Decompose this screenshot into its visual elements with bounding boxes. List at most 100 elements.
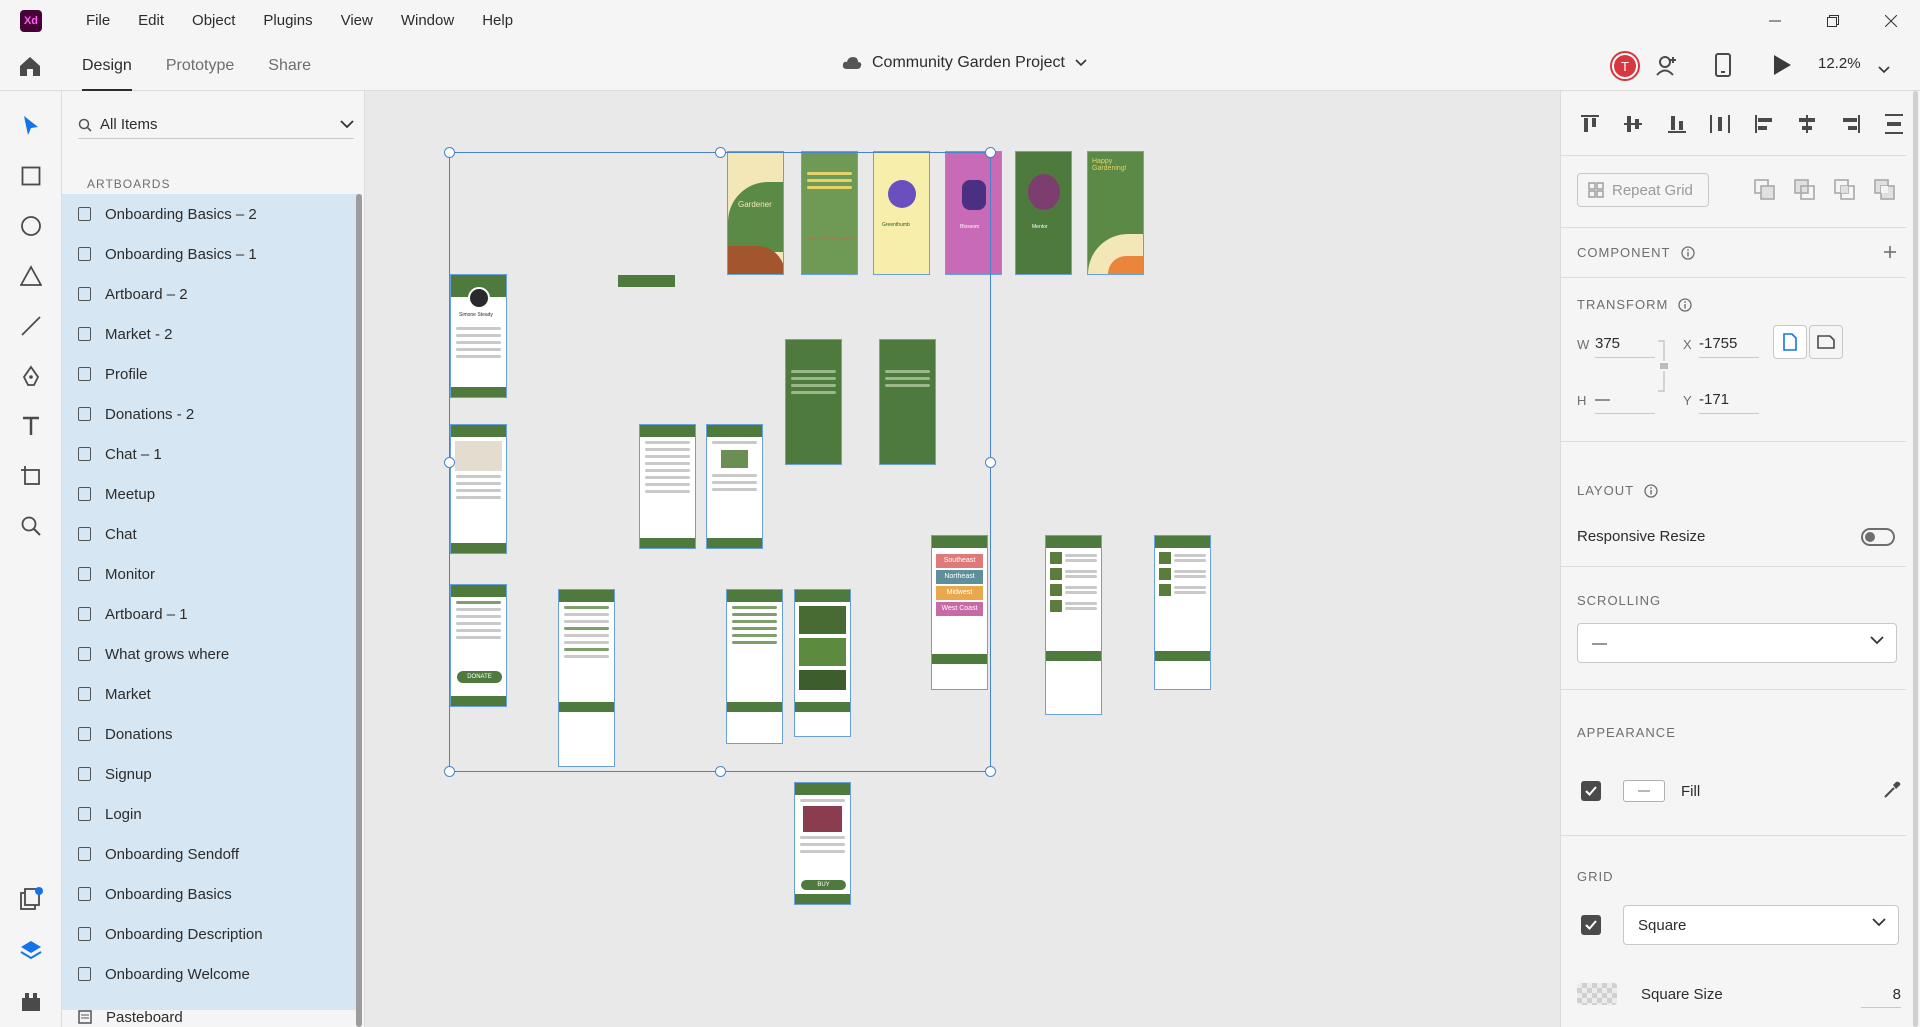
height-field[interactable]: — <box>1595 391 1655 414</box>
zoom-dropdown[interactable] <box>1878 61 1890 79</box>
artboard-market[interactable] <box>1045 535 1102 715</box>
lock-aspect-icon[interactable] <box>1656 339 1670 393</box>
grid-color-swatch[interactable] <box>1577 983 1617 1005</box>
artboard-market-2[interactable] <box>1154 535 1211 690</box>
x-field[interactable]: -1755 <box>1699 335 1759 358</box>
resize-handle-s[interactable] <box>715 766 726 777</box>
buy-button[interactable]: BUY <box>801 880 846 890</box>
line-tool[interactable] <box>18 313 44 339</box>
layers-button[interactable] <box>18 937 44 963</box>
plugins-button[interactable] <box>18 988 44 1014</box>
home-button[interactable] <box>17 53 43 79</box>
artboard-onboarding-basics-2[interactable]: Mentor <box>1015 151 1072 275</box>
scrolling-select[interactable]: — <box>1577 623 1897 663</box>
tab-share[interactable]: Share <box>268 41 311 91</box>
artboard-market-detail[interactable]: BUY <box>794 782 851 905</box>
layer-item[interactable]: Login <box>62 794 362 834</box>
info-icon[interactable] <box>1644 483 1658 498</box>
align-left-button[interactable] <box>1751 111 1777 137</box>
align-center-button[interactable] <box>1794 111 1820 137</box>
menu-view[interactable]: View <box>327 12 387 29</box>
subtract-boolean-icon[interactable] <box>1793 178 1817 202</box>
invite-button[interactable] <box>1655 53 1679 82</box>
layer-item[interactable]: Meetup <box>62 474 362 514</box>
device-preview-button[interactable] <box>1715 53 1731 82</box>
resize-handle-nw[interactable] <box>444 147 455 158</box>
layer-scrollbar[interactable] <box>356 194 362 1027</box>
tab-prototype[interactable]: Prototype <box>166 41 234 91</box>
menu-file[interactable]: File <box>72 12 124 29</box>
layer-item[interactable]: Onboarding Welcome <box>62 954 362 994</box>
tab-design[interactable]: Design <box>82 41 132 91</box>
menu-help[interactable]: Help <box>468 12 527 29</box>
layer-item[interactable]: Chat – 1 <box>62 434 362 474</box>
width-field[interactable]: 375 <box>1595 335 1655 358</box>
artboard-tool[interactable] <box>18 463 44 489</box>
align-middle-button[interactable] <box>1620 111 1646 137</box>
text-tool[interactable] <box>18 413 44 439</box>
resize-handle-n[interactable] <box>715 147 726 158</box>
layer-item[interactable]: Onboarding Basics – 2 <box>62 194 362 234</box>
layer-item[interactable]: Onboarding Basics <box>62 874 362 914</box>
menu-edit[interactable]: Edit <box>124 12 178 29</box>
layer-item[interactable]: What grows where <box>62 634 362 674</box>
pasteboard-item[interactable]: Pasteboard <box>62 999 362 1027</box>
landscape-orientation-button[interactable] <box>1809 325 1843 359</box>
layer-item[interactable]: Donations - 2 <box>62 394 362 434</box>
layer-item[interactable]: Market <box>62 674 362 714</box>
layer-item[interactable]: Artboard – 2 <box>62 274 362 314</box>
design-canvas[interactable]: Gardener WELCOME TO COMGAR Greenthumb Bl… <box>365 91 1560 1027</box>
layer-item[interactable]: Onboarding Description <box>62 914 362 954</box>
grid-type-select[interactable]: Square <box>1623 905 1899 945</box>
document-title-menu[interactable]: Community Garden Project <box>842 54 1087 72</box>
distribute-vertical-button[interactable] <box>1881 111 1907 137</box>
zoom-level[interactable]: 12.2% <box>1818 55 1861 72</box>
menu-object[interactable]: Object <box>178 12 249 29</box>
user-avatar-wrap[interactable]: T <box>1610 51 1640 81</box>
exclude-boolean-icon[interactable] <box>1873 178 1897 202</box>
inspector-scrollbar[interactable] <box>1913 91 1918 1027</box>
info-icon[interactable] <box>1678 297 1692 312</box>
intersect-boolean-icon[interactable] <box>1833 178 1857 202</box>
selection-bounds[interactable] <box>444 147 996 777</box>
layer-item[interactable]: Monitor <box>62 554 362 594</box>
resize-handle-ne[interactable] <box>985 147 996 158</box>
pen-tool[interactable] <box>18 363 44 389</box>
add-component-icon[interactable] <box>1883 245 1897 259</box>
document-assets-button[interactable] <box>18 886 44 912</box>
layer-filter[interactable]: All Items <box>78 111 354 139</box>
play-preview-button[interactable] <box>1772 54 1792 81</box>
minimize-button[interactable] <box>1746 0 1804 41</box>
layer-item[interactable]: Profile <box>62 354 362 394</box>
resize-handle-se[interactable] <box>985 766 996 777</box>
layer-item[interactable]: Market - 2 <box>62 314 362 354</box>
distribute-horizontal-button[interactable] <box>1707 111 1733 137</box>
y-field[interactable]: -171 <box>1699 391 1759 414</box>
layer-item[interactable]: Donations <box>62 714 362 754</box>
align-bottom-button[interactable] <box>1664 111 1690 137</box>
close-button[interactable] <box>1862 0 1920 41</box>
responsive-resize-toggle[interactable] <box>1861 528 1895 546</box>
layer-item[interactable]: Onboarding Sendoff <box>62 834 362 874</box>
eyedropper-icon[interactable] <box>1883 781 1901 799</box>
align-top-button[interactable] <box>1577 111 1603 137</box>
layer-item[interactable]: Signup <box>62 754 362 794</box>
layer-item[interactable]: Artboard – 1 <box>62 594 362 634</box>
menu-window[interactable]: Window <box>387 12 468 29</box>
repeat-grid-button[interactable]: Repeat Grid <box>1577 173 1709 207</box>
ellipse-tool[interactable] <box>18 213 44 239</box>
menu-plugins[interactable]: Plugins <box>249 12 326 29</box>
artboard-onboarding-sendoff[interactable]: Happy Gardening! <box>1087 151 1144 275</box>
add-boolean-icon[interactable] <box>1753 178 1777 202</box>
polygon-tool[interactable] <box>18 263 44 289</box>
rectangle-tool[interactable] <box>18 163 44 189</box>
square-size-field[interactable]: 8 <box>1861 986 1901 1008</box>
resize-handle-w[interactable] <box>444 457 455 468</box>
restore-button[interactable] <box>1804 0 1862 41</box>
resize-handle-sw[interactable] <box>444 766 455 777</box>
layer-item[interactable]: Chat <box>62 514 362 554</box>
fill-checkbox[interactable] <box>1581 781 1601 801</box>
portrait-orientation-button[interactable] <box>1773 325 1807 359</box>
select-tool[interactable] <box>18 113 44 139</box>
layer-item[interactable]: Onboarding Basics – 1 <box>62 234 362 274</box>
